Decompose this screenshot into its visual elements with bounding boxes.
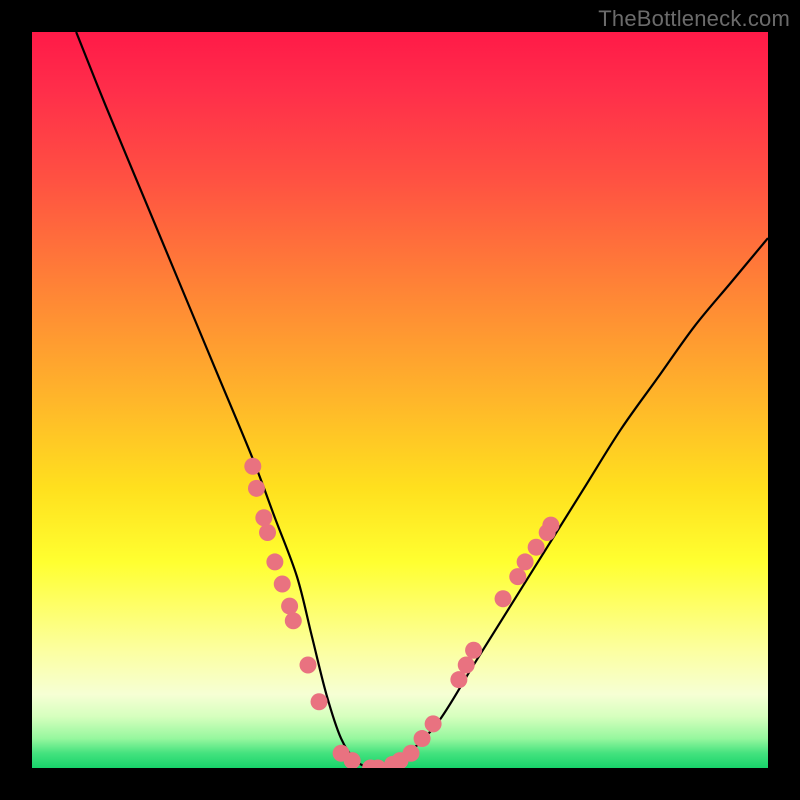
data-point: [259, 524, 276, 541]
data-markers: [244, 458, 559, 768]
data-point: [285, 612, 302, 629]
data-point: [465, 642, 482, 659]
data-point: [281, 598, 298, 615]
data-point: [311, 693, 328, 710]
data-point: [450, 671, 467, 688]
data-point: [248, 480, 265, 497]
data-point: [403, 745, 420, 762]
data-point: [542, 517, 559, 534]
data-point: [274, 576, 291, 593]
data-point: [517, 553, 534, 570]
data-point: [414, 730, 431, 747]
curve-layer: [32, 32, 768, 768]
plot-area: [32, 32, 768, 768]
watermark-text: TheBottleneck.com: [598, 6, 790, 32]
data-point: [528, 539, 545, 556]
data-point: [244, 458, 261, 475]
data-point: [509, 568, 526, 585]
data-point: [300, 656, 317, 673]
data-point: [425, 715, 442, 732]
data-point: [458, 656, 475, 673]
data-point: [255, 509, 272, 526]
data-point: [266, 553, 283, 570]
outer-frame: TheBottleneck.com: [0, 0, 800, 800]
data-point: [495, 590, 512, 607]
bottleneck-curve: [76, 32, 768, 768]
